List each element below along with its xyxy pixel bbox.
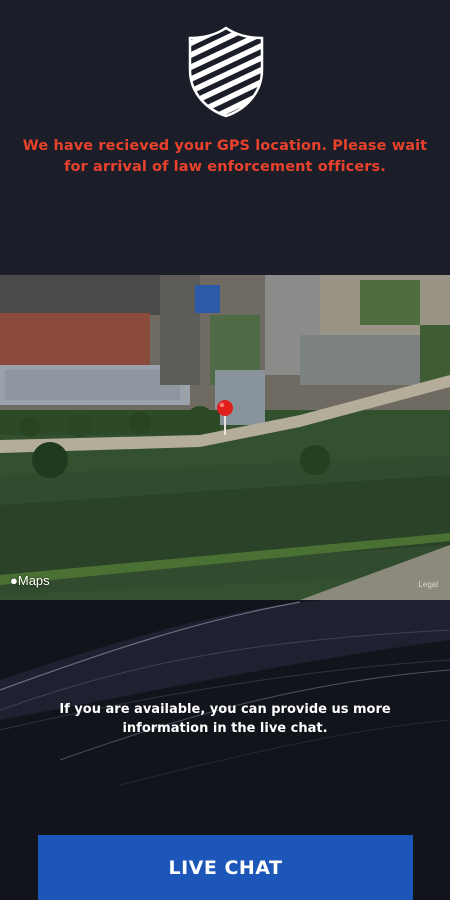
location-pin-icon	[217, 400, 233, 435]
legal-link[interactable]: Legal	[418, 580, 438, 589]
live-chat-button[interactable]: LIVE CHAT	[38, 835, 413, 900]
location-received-message: We have recieved your GPS location. Plea…	[22, 138, 428, 175]
live-chat-info-text: If you are available, you can provide us…	[59, 702, 391, 736]
maps-attribution[interactable]: ●Maps	[10, 573, 50, 588]
satellite-map[interactable]	[0, 275, 450, 600]
apple-icon: ●	[10, 573, 18, 588]
map-imagery	[0, 275, 450, 600]
striped-shield-icon	[188, 26, 264, 118]
